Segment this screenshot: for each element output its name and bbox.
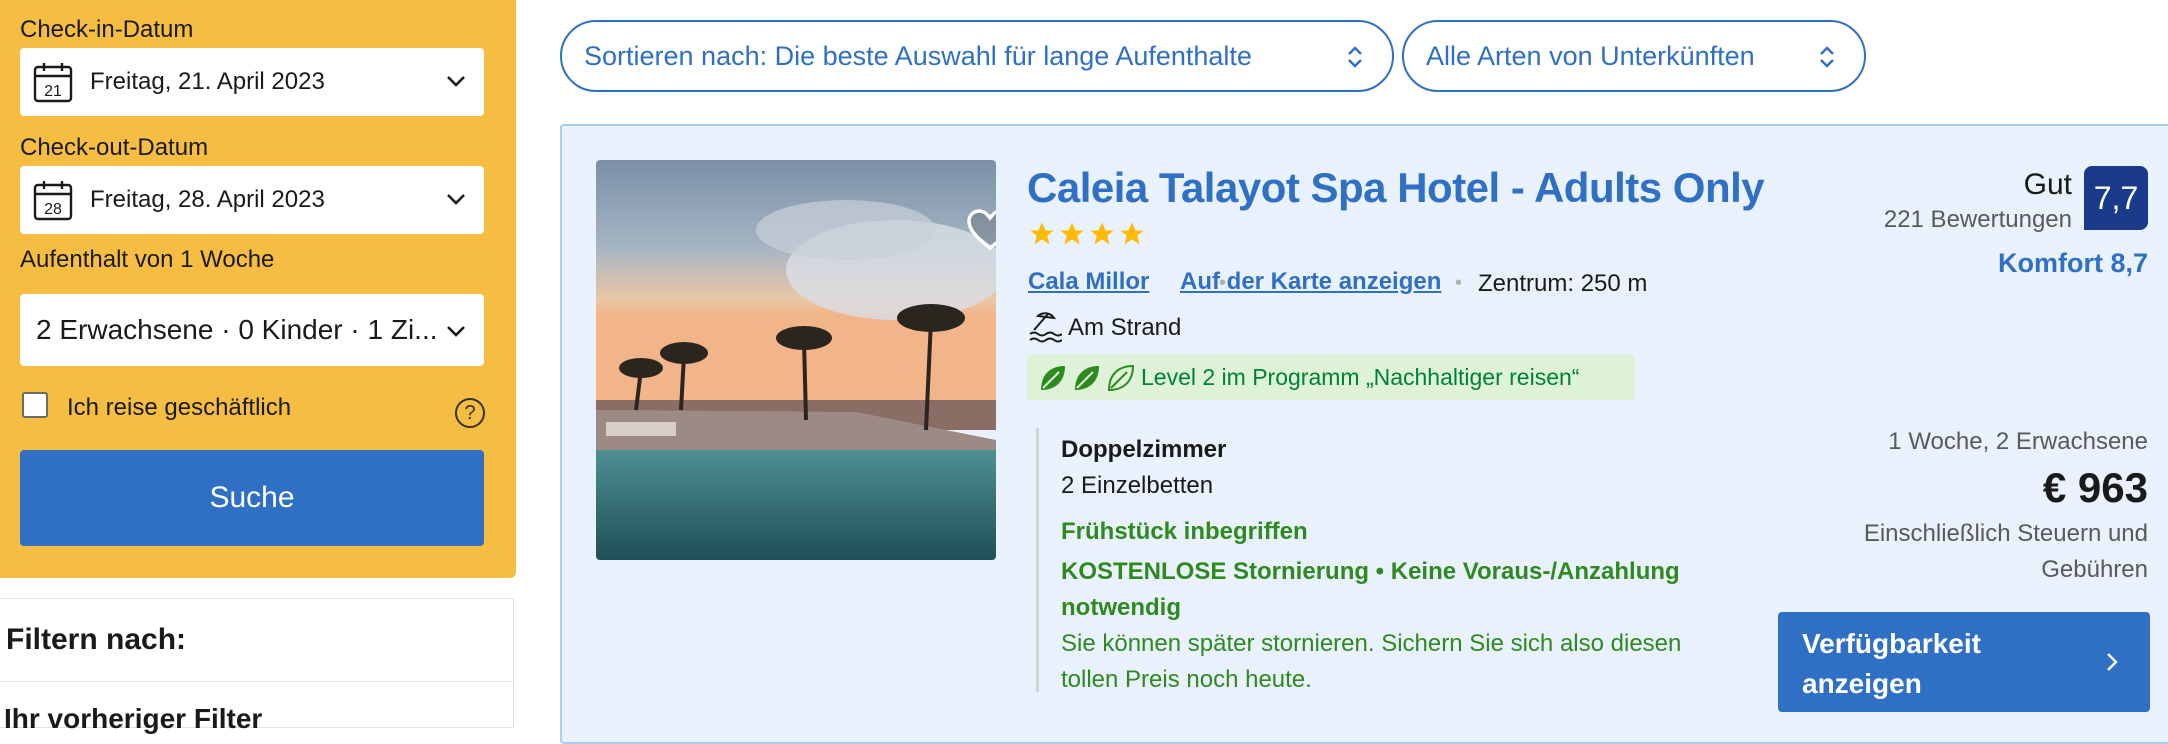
show-availability-label: Verfügbarkeit anzeigen (1802, 628, 1981, 699)
stay-info: 1 Woche, 2 Erwachsene (1888, 428, 2148, 455)
guests-selector[interactable]: 2 Erwachsene · 0 Kinder · 1 Zi... (20, 294, 484, 366)
distance-text: Zentrum: 250 m (1478, 270, 1648, 297)
stay-length-text: Aufenthalt von 1 Woche (20, 246, 275, 273)
filter-section-title: Ihr vorheriger Filter (4, 703, 263, 734)
checkin-day-number: 21 (44, 83, 62, 100)
filter-panel: Filtern nach: Ihr vorheriger Filter (0, 598, 514, 734)
sustainability-badge[interactable]: Level 2 im Programm „Nachhaltiger reisen… (1027, 354, 1635, 400)
property-type-dropdown[interactable]: Alle Arten von Unterkünften (1402, 20, 1866, 92)
hotel-card: Caleia Talayot Spa Hotel - Adults Only C… (560, 124, 2168, 744)
breakfast-included: Frühstück inbegriffen (1061, 518, 1308, 545)
sort-dropdown-label: Sortieren nach: Die beste Auswahl für la… (584, 40, 1252, 71)
checkout-day-number: 28 (44, 201, 62, 218)
sort-dropdown[interactable]: Sortieren nach: Die beste Auswahl für la… (560, 20, 1394, 92)
hotel-name-link[interactable]: Caleia Talayot Spa Hotel - Adults Only (1027, 164, 1765, 212)
business-travel-label: Ich reise geschäftlich (67, 394, 292, 421)
chevron-right-icon (2107, 653, 2118, 671)
location-link[interactable]: Cala Millor (1028, 268, 1149, 296)
beach-icon (1029, 312, 1062, 343)
calendar-icon: 21 (33, 63, 73, 103)
help-icon[interactable]: ? (455, 398, 485, 428)
beach-label: Am Strand (1068, 314, 1182, 341)
guests-value: 2 Erwachsene · 0 Kinder · 1 Zi... (36, 314, 438, 345)
room-beds: 2 Einzelbetten (1061, 472, 1214, 499)
property-type-label: Alle Arten von Unterkünften (1426, 40, 1755, 71)
hotel-photo[interactable] (596, 160, 996, 560)
search-button[interactable]: Suche (20, 450, 484, 546)
filter-divider (0, 681, 513, 682)
separator-dot: • (1455, 272, 1463, 294)
cancel-later-note: Sie können später stornieren. Sichern Si… (1061, 630, 1682, 693)
free-cancellation: KOSTENLOSE Stornierung • Keine Voraus-/A… (1061, 558, 1680, 621)
star-icon (1120, 222, 1144, 245)
room-details: Doppelzimmer 2 Einzelbetten Frühstück in… (1036, 428, 1759, 693)
heart-icon[interactable] (966, 208, 996, 252)
rating-word: Gut (2023, 168, 2072, 201)
search-panel: Check-in-Datum 21 Freitag, 21. April 202… (0, 0, 516, 578)
leaf-outline-icon (1107, 364, 1135, 392)
checkout-date-field[interactable]: 28 Freitag, 28. April 2023 (20, 166, 484, 234)
sustainability-text: Level 2 im Programm „Nachhaltiger reisen… (1141, 364, 1580, 390)
checkout-label: Check-out-Datum (20, 134, 209, 161)
star-icon (1060, 222, 1084, 245)
show-availability-button[interactable]: Verfügbarkeit anzeigen (1778, 612, 2150, 712)
chevron-down-icon (447, 76, 465, 87)
review-score-badge[interactable]: 7,7 (2084, 166, 2148, 230)
star-icon (1030, 222, 1054, 245)
calendar-icon: 28 (33, 181, 73, 221)
hotel-photo-image (596, 160, 996, 560)
tax-note: Einschließlich Steuern und Gebühren (1863, 520, 2148, 583)
comfort-score: Komfort 8,7 (1997, 248, 2148, 278)
checkin-date-value: Freitag, 21. April 2023 (90, 68, 325, 95)
chevron-down-icon (447, 194, 465, 205)
business-travel-checkbox[interactable] (22, 392, 48, 418)
star-icon (1090, 222, 1114, 245)
map-link[interactable]: Auf der Karte anzeigen (1180, 268, 1441, 296)
checkout-date-value: Freitag, 28. April 2023 (90, 186, 325, 213)
checkin-label: Check-in-Datum (20, 16, 194, 43)
sort-arrows-icon (1820, 46, 1834, 68)
star-rating (1028, 220, 1146, 248)
leaf-icon (1075, 366, 1099, 390)
room-type: Doppelzimmer (1061, 436, 1227, 463)
checkin-date-field[interactable]: 21 Freitag, 21. April 2023 (20, 48, 484, 116)
filter-title: Filtern nach: (6, 623, 187, 656)
review-count: 221 Bewertungen (1883, 206, 2072, 233)
chevron-down-icon (447, 326, 465, 337)
leaf-icon (1041, 366, 1065, 390)
price: € 963 (2042, 464, 2148, 511)
sort-arrows-icon (1348, 46, 1362, 68)
